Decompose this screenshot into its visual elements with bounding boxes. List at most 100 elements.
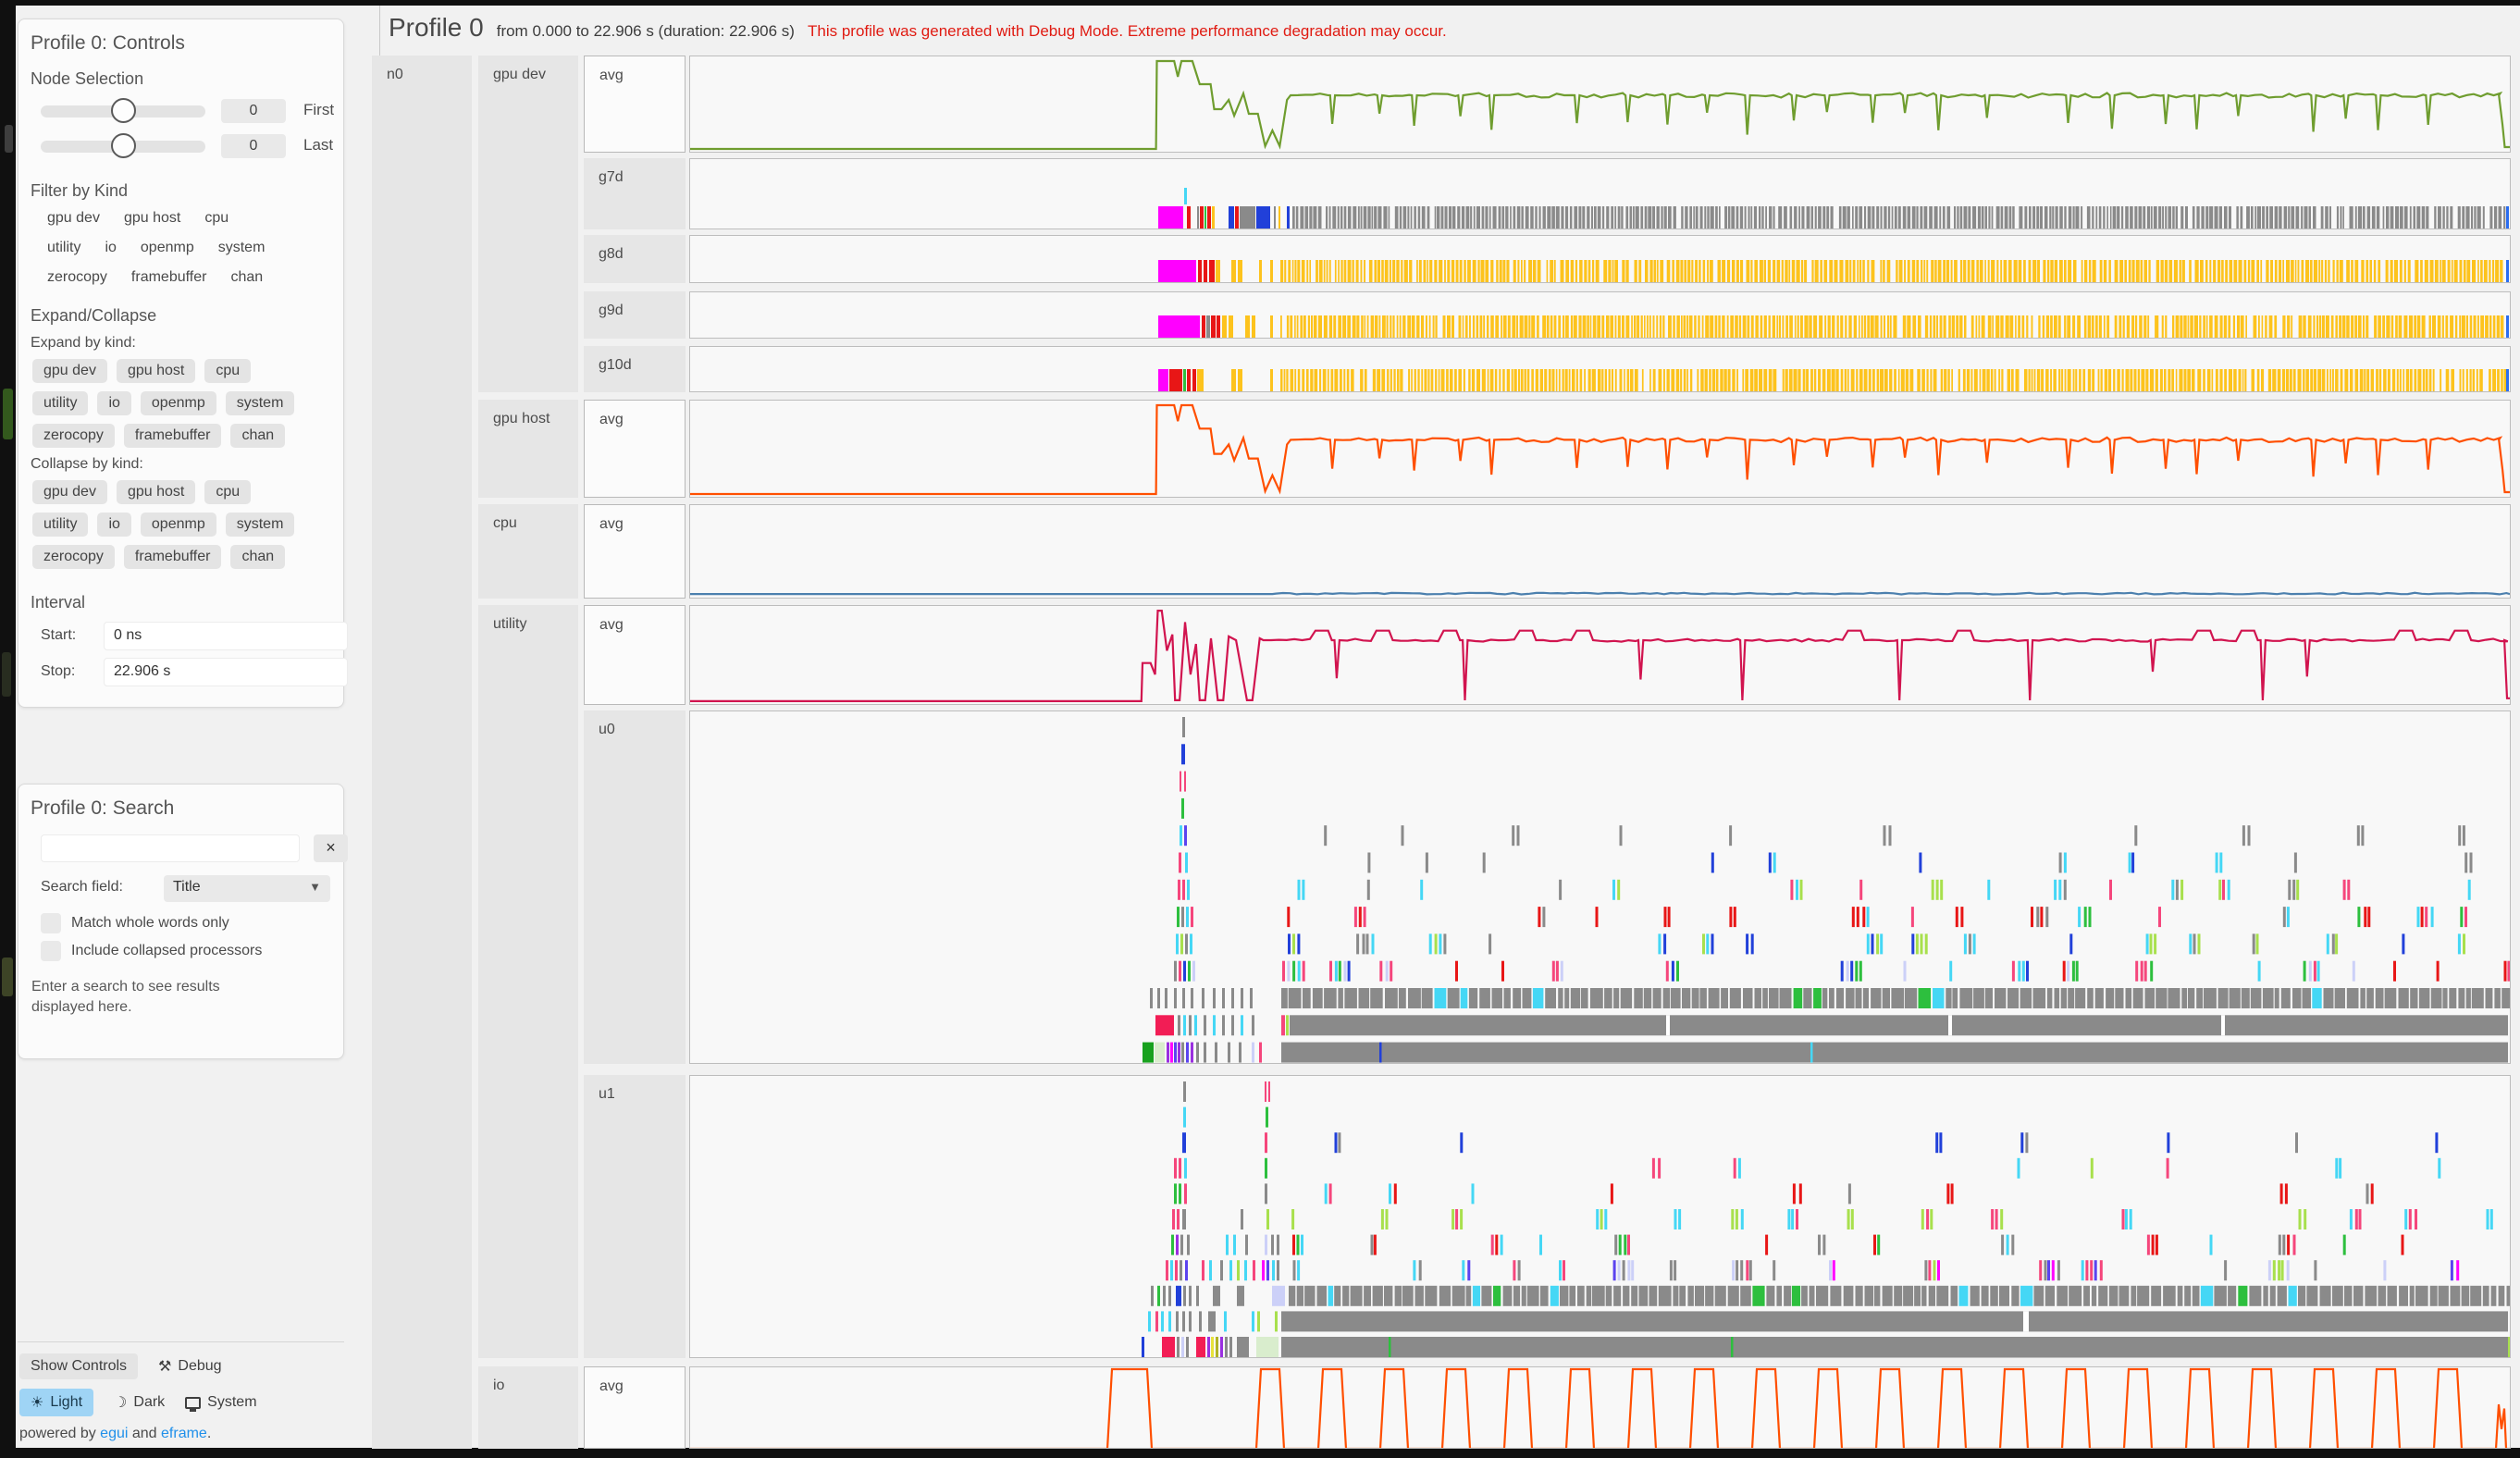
cell-label: u0 <box>599 722 615 738</box>
chart-utility-avg[interactable] <box>689 605 2511 705</box>
search-field-row: Search field: Title ▼ <box>31 875 331 902</box>
powered-prefix: powered by <box>19 1426 100 1441</box>
expand-kind-gpu-host[interactable]: gpu host <box>117 359 195 383</box>
debug-button[interactable]: ⚒ Debug <box>158 1357 222 1376</box>
chart-gpudev-avg[interactable] <box>689 56 2511 153</box>
expand-kind-zerocopy[interactable]: zerocopy <box>32 424 115 448</box>
sub-cell-g8d[interactable]: g8d <box>584 235 686 283</box>
sub-cell-u1[interactable]: u1 <box>584 1075 686 1358</box>
chart-u0[interactable] <box>689 710 2511 1064</box>
match-whole-words-checkbox[interactable] <box>41 913 61 933</box>
show-controls-button[interactable]: Show Controls <box>19 1353 138 1379</box>
filter-kind-gpu-dev[interactable]: gpu dev <box>47 210 100 227</box>
expand-kind-utility[interactable]: utility <box>32 391 88 415</box>
chart-g9d[interactable] <box>689 291 2511 339</box>
chart-g8d[interactable] <box>689 235 2511 283</box>
search-field-dropdown[interactable]: Title ▼ <box>164 875 330 902</box>
theme-light-button[interactable]: ☀ Light <box>19 1389 93 1416</box>
collapse-kind-cpu[interactable]: cpu <box>204 480 251 504</box>
theme-system-button[interactable]: System <box>185 1394 256 1411</box>
eframe-link[interactable]: eframe <box>161 1426 207 1441</box>
expand-kind-cpu[interactable]: cpu <box>204 359 251 383</box>
sub-cell-g10d[interactable]: g10d <box>584 346 686 392</box>
collapse-kind-io[interactable]: io <box>97 513 130 537</box>
filter-kind-openmp[interactable]: openmp <box>141 240 194 256</box>
sub-cell-io-avg[interactable]: avg <box>584 1366 686 1449</box>
node-first-value[interactable]: 0 <box>221 99 286 123</box>
chart-g7d[interactable] <box>689 158 2511 229</box>
sub-cell-gpuhost-avg[interactable]: avg <box>584 400 686 498</box>
sub-cell-gpudev-avg[interactable]: avg <box>584 56 686 153</box>
collapse-kind-zerocopy[interactable]: zerocopy <box>32 545 115 569</box>
filter-kind-gpu-host[interactable]: gpu host <box>124 210 180 227</box>
cell-label: utility <box>493 616 558 633</box>
collapse-kind-chan[interactable]: chan <box>230 545 285 569</box>
cell-label: avg <box>599 516 624 533</box>
hammer-pick-icon: ⚒ <box>158 1357 171 1376</box>
expand-kind-row: zerocopy framebuffer chan <box>31 424 331 448</box>
kind-cell-gpu-dev[interactable]: gpu dev <box>478 56 578 392</box>
kind-cell-utility[interactable]: utility <box>478 605 578 1358</box>
interval-start-input[interactable]: 0 ns <box>104 622 348 650</box>
expand-kind-framebuffer[interactable]: framebuffer <box>124 424 222 448</box>
collapse-kind-system[interactable]: system <box>226 513 295 537</box>
egui-link[interactable]: egui <box>100 1426 128 1441</box>
node-cell-n0[interactable]: n0 <box>372 56 472 1449</box>
collapse-kind-openmp[interactable]: openmp <box>141 513 216 537</box>
expand-kind-chan[interactable]: chan <box>230 424 285 448</box>
debug-label: Debug <box>178 1358 221 1375</box>
cell-label: n0 <box>387 67 403 83</box>
expand-kind-openmp[interactable]: openmp <box>141 391 216 415</box>
node-last-row: 0 Last <box>31 133 331 159</box>
filter-kind-system[interactable]: system <box>218 240 266 256</box>
screen: { "header": { "title": "Profile 0", "ran… <box>0 0 2520 1458</box>
cell-label: g10d <box>599 357 632 374</box>
sub-cell-cpu-avg[interactable]: avg <box>584 504 686 599</box>
desktop-edge-smudge <box>2 652 11 697</box>
node-last-value[interactable]: 0 <box>221 134 286 158</box>
collapse-kind-framebuffer[interactable]: framebuffer <box>124 545 222 569</box>
filter-kind-io[interactable]: io <box>105 240 116 256</box>
sub-cell-g7d[interactable]: g7d <box>584 158 686 229</box>
collapse-by-kind-label: Collapse by kind: <box>31 456 331 473</box>
chart-io-avg[interactable] <box>689 1366 2511 1449</box>
theme-dark-button[interactable]: ☽ Dark <box>114 1393 165 1412</box>
filter-kind-utility[interactable]: utility <box>47 240 80 256</box>
chart-u1[interactable] <box>689 1075 2511 1358</box>
include-collapsed-checkbox[interactable] <box>41 941 61 961</box>
collapse-kind-gpu-dev[interactable]: gpu dev <box>32 480 107 504</box>
node-first-slider-knob[interactable] <box>111 98 136 123</box>
kind-cell-gpu-host[interactable]: gpu host <box>478 400 578 498</box>
expand-kind-io[interactable]: io <box>97 391 130 415</box>
search-input[interactable] <box>41 834 300 862</box>
interval-stop-input[interactable]: 22.906 s <box>104 658 348 686</box>
collapse-kind-utility[interactable]: utility <box>32 513 88 537</box>
sub-cell-utility-avg[interactable]: avg <box>584 605 686 705</box>
kind-cell-cpu[interactable]: cpu <box>478 504 578 599</box>
footer-separator <box>18 1341 344 1342</box>
filter-kind-chan[interactable]: chan <box>230 269 263 286</box>
cell-label: gpu host <box>493 411 558 427</box>
expand-kind-system[interactable]: system <box>226 391 295 415</box>
expand-kind-row: gpu dev gpu host cpu <box>31 359 331 383</box>
sub-cell-u0[interactable]: u0 <box>584 710 686 1064</box>
filter-kind-framebuffer[interactable]: framebuffer <box>131 269 207 286</box>
expand-collapse-heading: Expand/Collapse <box>31 306 331 326</box>
search-row: × <box>31 834 331 862</box>
chart-cpu-avg[interactable] <box>689 504 2511 599</box>
filter-kind-zerocopy[interactable]: zerocopy <box>47 269 107 286</box>
filter-kind-cpu[interactable]: cpu <box>204 210 229 227</box>
node-last-slider-knob[interactable] <box>111 133 136 158</box>
filter-heading: Filter by Kind <box>31 181 331 201</box>
cell-label: gpu dev <box>493 67 558 83</box>
expand-kind-gpu-dev[interactable]: gpu dev <box>32 359 107 383</box>
interval-stop-row: Stop: 22.906 s <box>31 658 331 686</box>
interval-start-row: Start: 0 ns <box>31 622 331 650</box>
search-clear-button[interactable]: × <box>314 834 348 862</box>
collapse-kind-gpu-host[interactable]: gpu host <box>117 480 195 504</box>
chart-gpuhost-avg[interactable] <box>689 400 2511 498</box>
kind-cell-io[interactable]: io <box>478 1366 578 1449</box>
chart-g10d[interactable] <box>689 346 2511 392</box>
sub-cell-g9d[interactable]: g9d <box>584 291 686 339</box>
interval-start-label: Start: <box>41 627 76 644</box>
